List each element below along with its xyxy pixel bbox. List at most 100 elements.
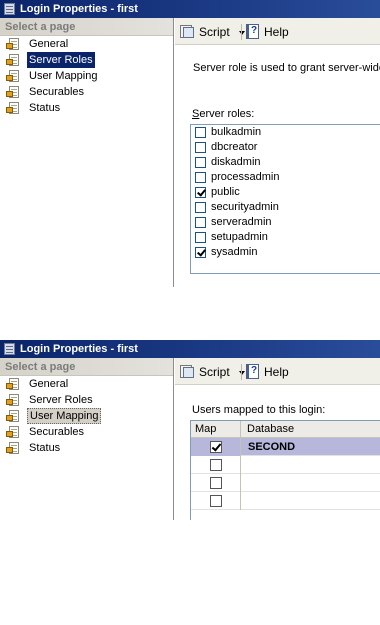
page-icon	[6, 426, 20, 438]
page-icon	[6, 378, 20, 390]
role-item-processadmin[interactable]: processadmin	[191, 170, 380, 185]
sidebar-item-label: Status	[29, 102, 61, 114]
database-cell[interactable]: SECOND	[242, 438, 380, 456]
toolbar: Script ? Help	[175, 18, 380, 45]
page-icon	[6, 394, 20, 406]
script-label: Script	[199, 365, 230, 379]
script-label: Script	[199, 25, 230, 39]
role-checkbox[interactable]	[195, 202, 206, 213]
sidebar-item-label: Server Roles	[29, 394, 93, 406]
role-label: processadmin	[211, 171, 280, 183]
window-title: Login Properties - first	[20, 3, 138, 15]
page-icon	[6, 102, 20, 114]
database-cell[interactable]	[242, 456, 380, 474]
page-list: General Server Roles User Mapping Securable…	[0, 36, 173, 116]
sidebar-item-user-mapping[interactable]: User Mapping	[0, 68, 173, 84]
database-cell[interactable]	[242, 492, 380, 510]
map-checkbox[interactable]	[210, 495, 222, 507]
role-item-setupadmin[interactable]: setupadmin	[191, 230, 380, 245]
sidebar-item-label: General	[29, 38, 69, 50]
role-item-dbcreator[interactable]: dbcreator	[191, 140, 380, 155]
select-page-header: Select a page	[0, 18, 173, 36]
role-label: diskadmin	[211, 156, 261, 168]
table-row[interactable]: SECOND	[191, 438, 380, 456]
sidebar-item-status[interactable]: Status	[0, 100, 173, 116]
script-icon	[179, 24, 195, 39]
map-cell	[191, 492, 241, 510]
role-item-public[interactable]: public	[191, 185, 380, 200]
map-checkbox[interactable]	[210, 459, 222, 471]
window-icon	[4, 343, 15, 355]
map-checkbox[interactable]	[210, 477, 222, 489]
grid-header: Map Database	[191, 421, 380, 438]
page-icon	[6, 442, 20, 454]
toolbar-separator	[241, 24, 242, 40]
help-label: Help	[264, 25, 289, 39]
user-mapping-grid: Map Database SECOND	[190, 420, 380, 520]
page-icon	[6, 38, 20, 50]
select-page-header: Select a page	[0, 358, 173, 376]
page-icon	[6, 54, 20, 66]
content-pane: Script ? Help Server role is used to gra…	[175, 18, 380, 287]
table-row[interactable]	[191, 492, 380, 510]
role-checkbox[interactable]	[195, 172, 206, 183]
sidebar-item-label: Status	[29, 442, 61, 454]
role-checkbox[interactable]	[195, 127, 206, 138]
role-item-diskadmin[interactable]: diskadmin	[191, 155, 380, 170]
sidebar-item-general[interactable]: General	[0, 36, 173, 52]
role-label: sysadmin	[211, 246, 258, 258]
help-button[interactable]: ? Help	[245, 23, 289, 41]
role-item-serveradmin[interactable]: serveradmin	[191, 215, 380, 230]
sidebar-item-user-mapping[interactable]: User Mapping	[0, 408, 173, 424]
table-row[interactable]	[191, 456, 380, 474]
server-role-description: Server role is used to grant server-wide	[193, 62, 380, 74]
column-header-map[interactable]: Map	[191, 421, 241, 437]
role-checkbox[interactable]	[195, 232, 206, 243]
help-icon: ?	[245, 23, 261, 40]
page-icon	[6, 86, 20, 98]
help-button[interactable]: ? Help	[245, 363, 289, 381]
role-label: setupadmin	[211, 231, 268, 243]
sidebar-item-label: User Mapping	[27, 408, 102, 424]
role-checkbox[interactable]	[195, 187, 206, 198]
sidebar-item-general[interactable]: General	[0, 376, 173, 392]
server-roles-label: Server roles:	[192, 108, 254, 120]
role-checkbox[interactable]	[195, 217, 206, 228]
window-icon	[4, 3, 15, 15]
toolbar-separator	[241, 364, 242, 380]
database-cell[interactable]	[242, 474, 380, 492]
script-button[interactable]: Script	[179, 363, 246, 381]
window-title-bar: Login Properties - first	[0, 0, 380, 18]
map-checkbox[interactable]	[210, 441, 222, 453]
server-roles-list[interactable]: bulkadmin dbcreator diskadmin processadmin p…	[190, 124, 380, 274]
role-label: dbcreator	[211, 141, 258, 153]
page-list: General Server Roles User Mapping Securable…	[0, 376, 173, 456]
login-properties-window-server-roles: Login Properties - first Select a page G…	[0, 0, 380, 287]
map-cell	[191, 474, 241, 492]
column-header-database[interactable]: Database	[242, 421, 294, 437]
sidebar-item-server-roles[interactable]: Server Roles	[0, 52, 173, 68]
sidebar-item-label: User Mapping	[29, 70, 98, 82]
help-label: Help	[264, 365, 289, 379]
sidebar-item-label: Securables	[29, 426, 85, 438]
sidebar-item-label: Securables	[29, 86, 85, 98]
role-checkbox[interactable]	[195, 157, 206, 168]
select-page-panel: Select a page General Server Roles User Ma…	[0, 358, 174, 520]
sidebar-item-securables[interactable]: Securables	[0, 84, 173, 100]
role-item-bulkadmin[interactable]: bulkadmin	[191, 125, 380, 140]
page-icon	[6, 410, 20, 422]
script-button[interactable]: Script	[179, 23, 246, 41]
table-row[interactable]	[191, 474, 380, 492]
sidebar-item-server-roles[interactable]: Server Roles	[0, 392, 173, 408]
sidebar-item-status[interactable]: Status	[0, 440, 173, 456]
map-cell	[191, 438, 241, 456]
role-checkbox[interactable]	[195, 247, 206, 258]
sidebar-item-label: General	[29, 378, 69, 390]
sidebar-item-securables[interactable]: Securables	[0, 424, 173, 440]
window-title-bar: Login Properties - first	[0, 340, 380, 358]
role-item-securityadmin[interactable]: securityadmin	[191, 200, 380, 215]
role-checkbox[interactable]	[195, 142, 206, 153]
role-item-sysadmin[interactable]: sysadmin	[191, 245, 380, 260]
map-cell	[191, 456, 241, 474]
help-icon: ?	[245, 363, 261, 380]
